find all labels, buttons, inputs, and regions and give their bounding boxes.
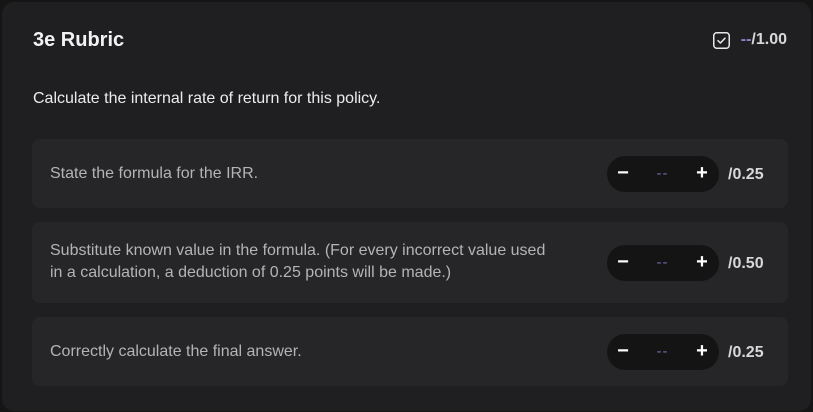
rubric-item-label-line2: in a calculation, a deduction of 0.25 po…: [50, 264, 452, 281]
score-stepper: − -- +: [607, 156, 719, 192]
rubric-item-label: Substitute known value in the formula. (…: [50, 240, 545, 284]
rubric-item-label: State the formula for the IRR.: [50, 163, 258, 185]
score-stepper: − -- +: [607, 334, 719, 370]
rubric-item-label-line1: State the formula for the IRR.: [50, 165, 259, 182]
total-score-text: --/1.00: [741, 30, 787, 50]
increment-button[interactable]: +: [686, 156, 718, 192]
increment-button[interactable]: +: [686, 245, 718, 281]
max-points: /0.25: [728, 344, 764, 361]
decrement-button[interactable]: −: [607, 245, 639, 281]
rubric-title: 3e Rubric: [33, 29, 125, 51]
total-score-max: /1.00: [751, 31, 787, 48]
increment-button[interactable]: +: [686, 334, 718, 370]
total-score-value: --: [740, 31, 752, 48]
rubric-item-label: Correctly calculate the final answer.: [50, 341, 302, 363]
rubric-header: 3e Rubric --/1.00: [2, 2, 811, 72]
rubric-item: Correctly calculate the final answer. − …: [32, 317, 788, 386]
question-text: Calculate the internal rate of return fo…: [33, 90, 381, 107]
max-points: /0.50: [728, 255, 764, 272]
score-value[interactable]: --: [639, 245, 686, 281]
score-value[interactable]: --: [639, 156, 686, 192]
decrement-button[interactable]: −: [607, 156, 639, 192]
rubric-item-label-line1: Substitute known value in the formula. (…: [50, 242, 546, 259]
total-score: --/1.00: [712, 30, 787, 50]
rubric-item-label-line1: Correctly calculate the final answer.: [50, 343, 302, 360]
score-stepper: − -- +: [607, 245, 719, 281]
checkbox-icon[interactable]: [712, 31, 730, 49]
rubric-card: 3e Rubric --/1.00 Calculate the internal…: [2, 2, 811, 411]
rubric-item: Substitute known value in the formula. (…: [32, 222, 788, 303]
rubric-item: State the formula for the IRR. − -- + /0…: [32, 139, 788, 208]
score-value[interactable]: --: [639, 334, 686, 370]
max-points: /0.25: [728, 166, 764, 183]
decrement-button[interactable]: −: [607, 334, 639, 370]
